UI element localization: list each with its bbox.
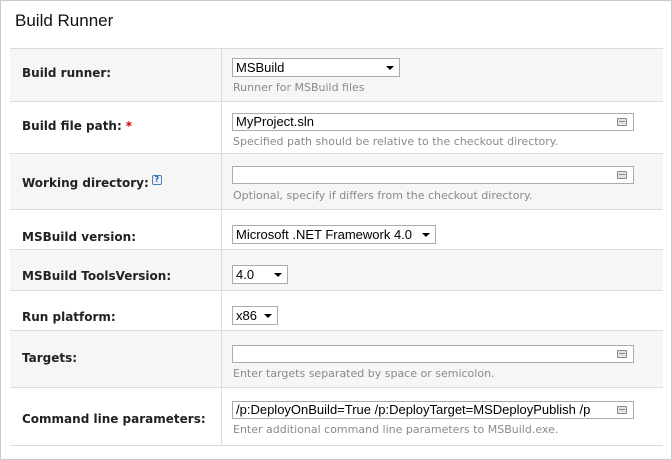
targets-label: Targets: [22,351,78,365]
chevron-down-icon [422,233,430,237]
build-runner-note: Runner for MSBuild files [233,81,365,94]
msbuild-toolsversion-value: 4.0 [236,267,255,282]
msbuild-toolsversion-select[interactable]: 4.0 [232,265,288,284]
row-build-file-path: Build file path: * MyProject.sln Specifie… [10,102,663,154]
build-runner-window: Build Runner Build runner: MSBuild Runne… [0,0,672,460]
build-file-path-label-text: Build file path: [22,119,122,133]
build-file-path-note: Specified path should be relative to the… [233,135,559,148]
command-line-parameters-note: Enter additional command line parameters… [233,423,559,436]
build-file-path-value: MyProject.sln [236,114,315,129]
run-platform-select[interactable]: x86 [232,306,278,325]
msbuild-version-select[interactable]: Microsoft .NET Framework 4.0 [232,225,436,244]
chevron-down-icon [274,273,282,277]
required-marker: * [125,119,133,133]
build-runner-value: MSBuild [236,60,285,75]
working-directory-label: Working directory:? [22,175,162,190]
build-file-path-input[interactable]: MyProject.sln [232,113,634,131]
targets-input[interactable] [232,345,634,363]
text-editor-icon[interactable] [617,350,627,358]
label-cell: Run platform: [10,291,222,330]
msbuild-version-value: Microsoft .NET Framework 4.0 [236,227,413,242]
command-line-parameters-label: Command line parameters: [22,412,206,426]
row-msbuild-toolsversion: MSBuild ToolsVersion: 4.0 [10,250,663,291]
build-runner-select[interactable]: MSBuild [232,58,400,77]
working-directory-input[interactable] [232,166,634,184]
chevron-down-icon [386,66,394,70]
row-command-line-parameters: Command line parameters: /p:DeployOnBuil… [10,388,663,446]
row-msbuild-version: MSBuild version: Microsoft .NET Framewor… [10,210,663,250]
targets-note: Enter targets separated by space or semi… [233,367,495,380]
text-editor-icon[interactable] [617,118,627,126]
help-icon[interactable]: ? [151,175,162,185]
label-cell: Build file path: * [10,102,222,153]
command-line-parameters-input[interactable]: /p:DeployOnBuild=True /p:DeployTarget=MS… [232,401,634,419]
working-directory-label-text: Working directory: [22,176,149,190]
working-directory-note: Optional, specify if differs from the ch… [233,189,533,202]
settings-panel: Build runner: MSBuild Runner for MSBuild… [10,48,663,446]
label-cell: MSBuild version: [10,210,222,249]
msbuild-toolsversion-label: MSBuild ToolsVersion: [22,269,172,283]
row-targets: Targets: Enter targets separated by spac… [10,331,663,388]
label-cell: MSBuild ToolsVersion: [10,250,222,290]
build-runner-label: Build runner: [22,66,112,80]
row-working-directory: Working directory:? Optional, specify if… [10,154,663,210]
page-title: Build Runner [15,11,114,30]
label-cell: Command line parameters: [10,388,222,445]
build-file-path-label: Build file path: * [22,119,132,133]
msbuild-version-label: MSBuild version: [22,230,136,244]
text-editor-icon[interactable] [617,406,627,414]
label-cell: Build runner: [10,49,222,101]
text-editor-icon[interactable] [617,171,627,179]
chevron-down-icon [264,314,272,318]
run-platform-value: x86 [236,308,257,323]
row-build-runner: Build runner: MSBuild Runner for MSBuild… [10,49,663,102]
row-run-platform: Run platform: x86 [10,291,663,331]
run-platform-label: Run platform: [22,310,116,324]
label-cell: Targets: [10,331,222,387]
label-cell: Working directory:? [10,154,222,209]
command-line-parameters-value: /p:DeployOnBuild=True /p:DeployTarget=MS… [236,402,591,417]
